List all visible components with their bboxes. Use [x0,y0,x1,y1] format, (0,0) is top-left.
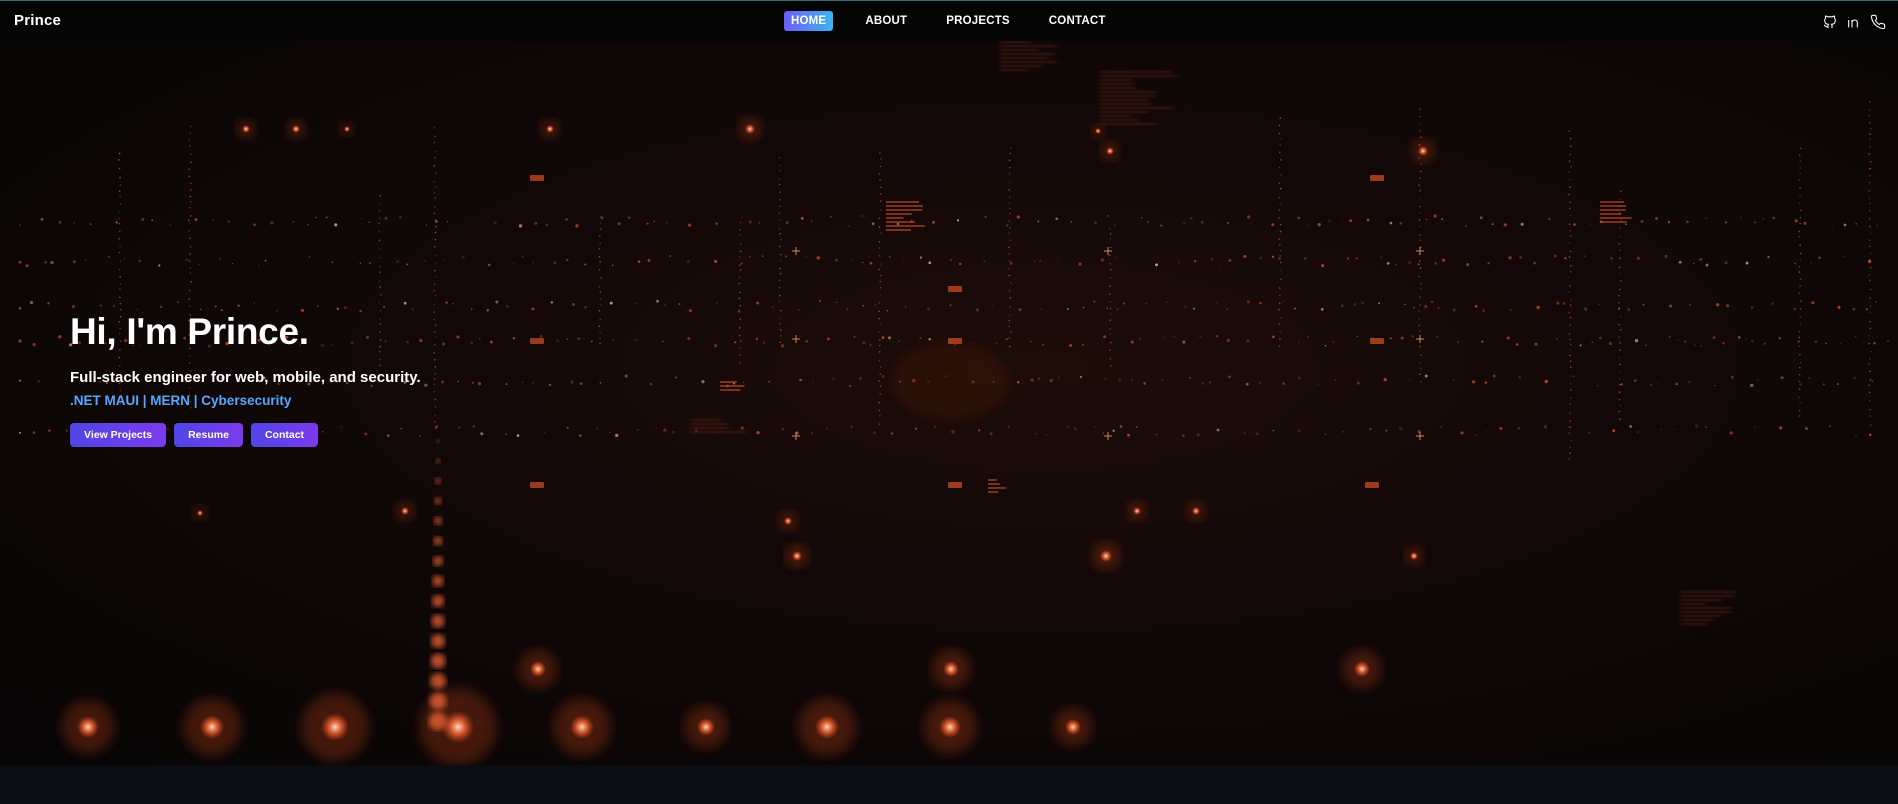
navbar: Prince HOME ABOUT PROJECTS CONTACT [0,1,1898,41]
hero-subtitle: Full-stack engineer for web, mobile, and… [70,369,421,386]
nav-links: HOME ABOUT PROJECTS CONTACT [784,11,1138,31]
hero-content: Hi, I'm Prince. Full-stack engineer for … [70,311,421,447]
section-divider [0,765,1898,804]
github-icon[interactable] [1822,14,1838,30]
contact-button[interactable]: Contact [250,423,319,447]
hero-buttons: View Projects Resume Contact [70,423,421,447]
brand-logo[interactable]: Prince [14,12,61,29]
phone-icon[interactable] [1870,14,1886,30]
resume-button[interactable]: Resume [174,423,243,447]
social-icons [1822,14,1886,30]
view-projects-button[interactable]: View Projects [70,423,167,447]
nav-link-contact[interactable]: CONTACT [1042,11,1113,31]
nav-link-about[interactable]: ABOUT [858,11,914,31]
nav-link-projects[interactable]: PROJECTS [939,11,1017,31]
nav-link-home[interactable]: HOME [784,11,834,31]
linkedin-icon[interactable] [1846,14,1862,30]
top-accent-line [0,0,1898,1]
hero-title: Hi, I'm Prince. [70,311,309,352]
hero-section: Hi, I'm Prince. Full-stack engineer for … [0,41,1898,765]
hero-tech-tags: .NET MAUI | MERN | Cybersecurity [70,393,292,408]
